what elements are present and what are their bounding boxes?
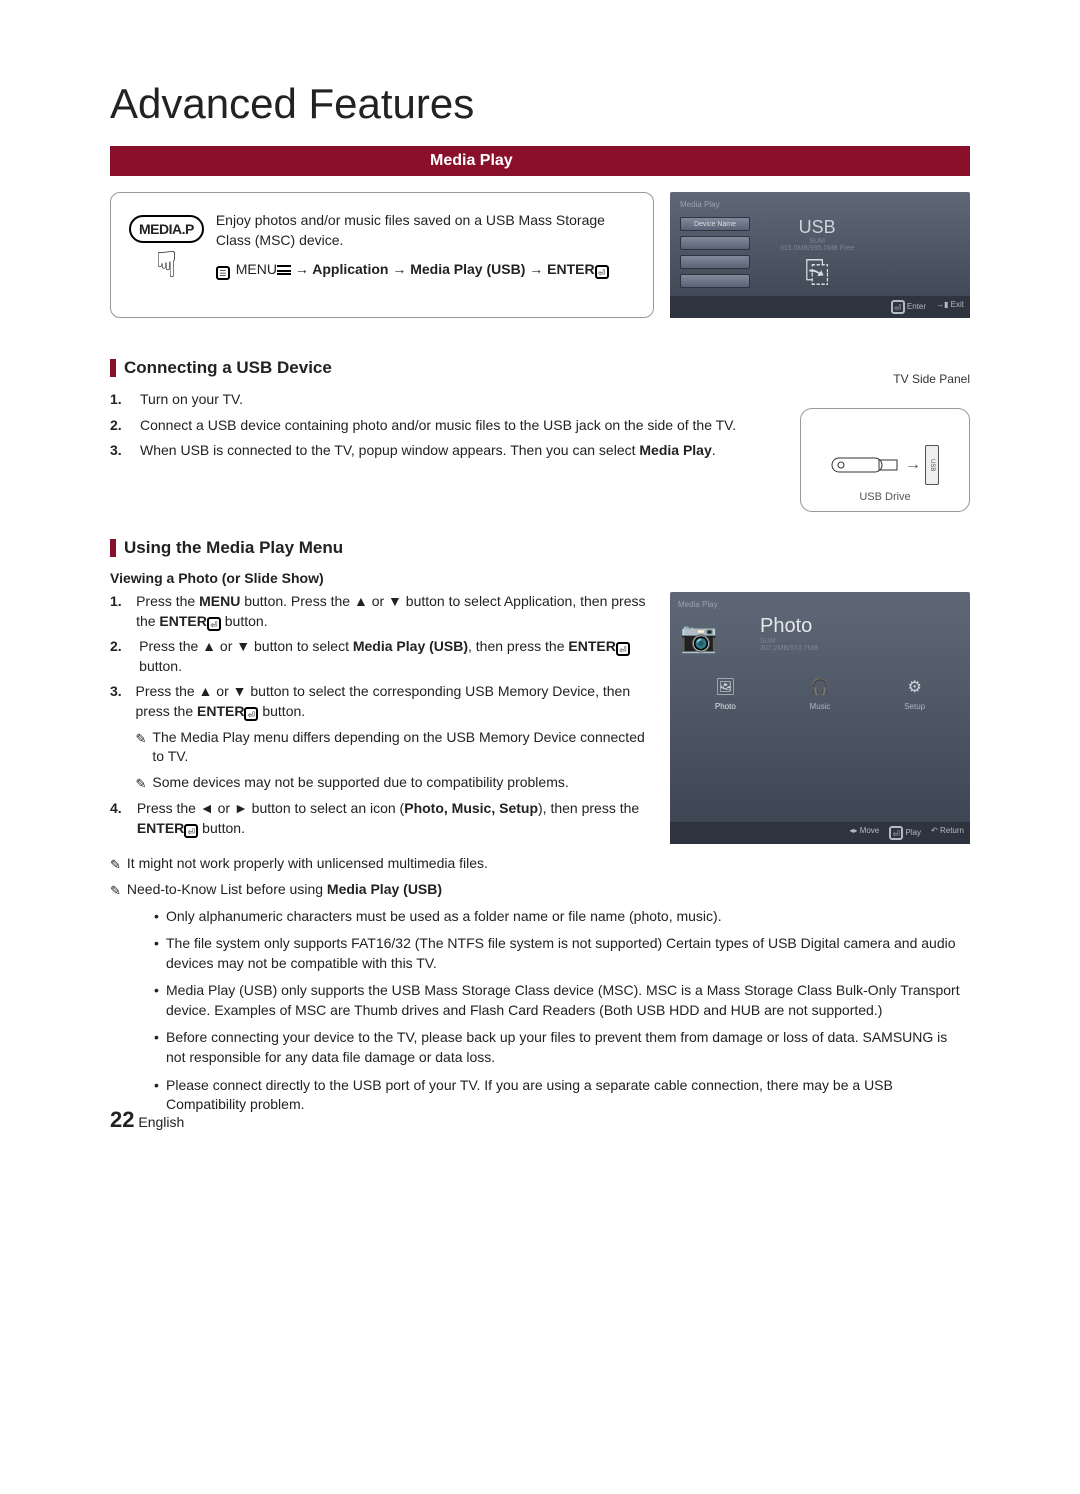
hand-press-icon: ☟ — [155, 247, 177, 283]
bar-enter: ⏎ Enter — [891, 300, 926, 314]
section-header-bar: Media Play — [110, 146, 970, 176]
using-steps: 1.Press the MENU button. Press the ▲ or … — [110, 592, 654, 838]
bar-play: ⏎ Play — [889, 826, 921, 840]
section-heading-text: Connecting a USB Device — [124, 358, 332, 378]
note-icon: ✎ — [136, 730, 147, 767]
list-item: Only alphanumeric characters must be use… — [154, 907, 970, 927]
list-item: The file system only supports FAT16/32 (… — [154, 934, 970, 973]
note-icon: ✎ — [110, 856, 121, 874]
enter-icon: ⏎ — [595, 265, 609, 279]
tv-usb-screen: Media Play Device Name USB SUM 315.0MB/9… — [670, 192, 970, 318]
step-text: Press the ▲ or ▼ button to select Media … — [139, 637, 654, 676]
usb-sum: SUM — [780, 238, 854, 245]
enter-icon: ⏎ — [184, 824, 198, 838]
intro-description: Enjoy photos and/or music files saved on… — [216, 211, 635, 250]
note-text: The Media Play menu differs depending on… — [152, 728, 654, 767]
usb-plug-icon: ⎘ — [780, 256, 854, 290]
device-slot — [680, 236, 750, 250]
photo-menu-item: 🖼Photo — [712, 674, 738, 711]
section-heading-using: Using the Media Play Menu — [110, 538, 970, 558]
enter-icon: ⏎ — [244, 707, 258, 721]
step-text: Press the ▲ or ▼ button to select the co… — [136, 682, 654, 793]
usb-port-icon: USB — [925, 445, 939, 485]
device-slot — [680, 255, 750, 269]
page-footer: 22 English — [110, 1107, 184, 1133]
remote-menu-icon: ☰ — [216, 266, 230, 280]
list-item: Before connecting your device to the TV,… — [154, 1028, 970, 1067]
bar-move: ◂▸ Move — [849, 826, 879, 840]
device-slot — [680, 274, 750, 288]
nav-path-menu: MENU — [236, 261, 277, 277]
usb-drive-label: USB Drive — [859, 491, 910, 503]
page-title: Advanced Features — [110, 80, 970, 128]
media-p-remote-button: MEDIA.P ☟ — [129, 215, 204, 287]
gear-icon: ⚙ — [902, 674, 928, 700]
red-bar-icon — [110, 359, 116, 377]
need-to-know-list: Only alphanumeric characters must be use… — [110, 907, 970, 1115]
step-text: Connect a USB device containing photo an… — [140, 416, 736, 436]
tv-photo-screen: Media Play 📷 Photo SUM 307.2MB/973.7MB 🖼… — [670, 592, 970, 844]
media-play-tag: Media Play — [680, 200, 960, 209]
music-menu-item: 🎧Music — [807, 674, 833, 711]
note-text: Some devices may not be supported due to… — [152, 773, 568, 793]
usb-title: USB — [780, 217, 854, 238]
section-heading-text: Using the Media Play Menu — [124, 538, 343, 558]
bar-exit: →▮ Exit — [936, 300, 964, 314]
step-text: Press the ◄ or ► button to select an ico… — [137, 799, 654, 838]
list-item: Media Play (USB) only supports the USB M… — [154, 981, 970, 1020]
enter-icon: ⏎ — [616, 642, 630, 656]
menu-lines-icon — [277, 265, 291, 275]
usb-free: 315.0MB/995.0MB Free — [780, 245, 854, 252]
setup-menu-item: ⚙Setup — [902, 674, 928, 711]
nav-path: → Application → Media Play (USB) → ENTER — [291, 261, 595, 277]
connecting-steps: 1.Turn on your TV. 2.Connect a USB devic… — [110, 390, 784, 461]
bar-return: ↶ Return — [931, 826, 964, 840]
tv-side-panel: → USB USB Drive — [800, 408, 970, 512]
intro-box: MEDIA.P ☟ Enjoy photos and/or music file… — [110, 192, 654, 318]
note-text: It might not work properly with unlicens… — [127, 854, 488, 874]
note-icon: ✎ — [110, 882, 121, 900]
note-text: Need-to-Know List before using Media Pla… — [127, 880, 442, 900]
list-item: Please connect directly to the USB port … — [154, 1076, 970, 1115]
note-icon: ✎ — [136, 775, 147, 793]
step-text: When USB is connected to the TV, popup w… — [140, 441, 716, 461]
page-number: 22 — [110, 1107, 134, 1132]
media-play-tag: Media Play — [670, 598, 970, 611]
step-text: Turn on your TV. — [140, 390, 243, 410]
device-slot: Device Name — [680, 217, 750, 231]
viewing-subheading: Viewing a Photo (or Slide Show) — [110, 570, 970, 586]
media-p-badge: MEDIA.P — [129, 215, 204, 243]
page-language: English — [138, 1114, 184, 1130]
tv-side-panel-label: TV Side Panel — [893, 372, 970, 386]
photo-icon: 🖼 — [712, 674, 738, 700]
step-text: Press the MENU button. Press the ▲ or ▼ … — [136, 592, 654, 631]
usb-drive-icon — [831, 450, 901, 480]
section-heading-connecting: Connecting a USB Device — [110, 358, 970, 378]
headphones-icon: 🎧 — [807, 674, 833, 700]
red-bar-icon — [110, 539, 116, 557]
enter-icon: ⏎ — [207, 617, 221, 631]
camera-icon: 📷 — [680, 620, 717, 655]
